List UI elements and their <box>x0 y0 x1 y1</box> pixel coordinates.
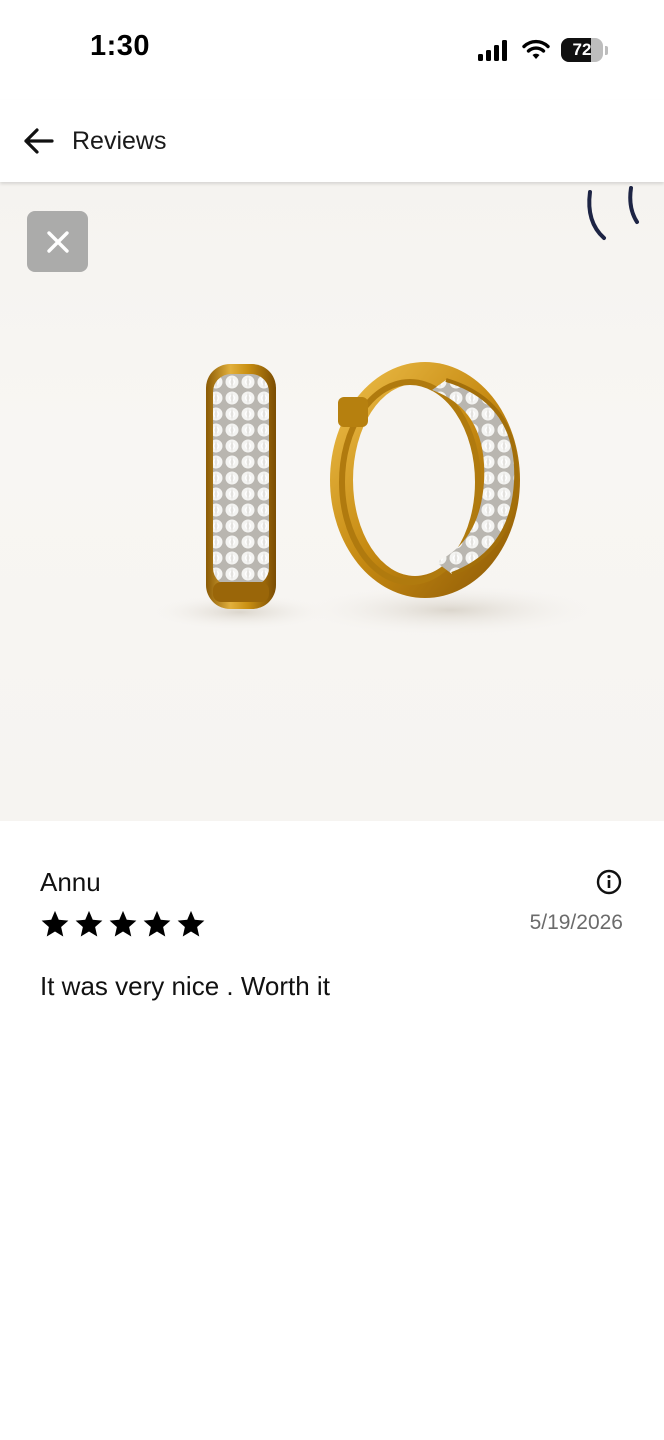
status-bar: 1:30 72 <box>0 0 664 100</box>
reviewer-name: Annu <box>40 867 101 897</box>
signal-icon <box>478 40 507 61</box>
battery-icon: 72 <box>561 38 603 62</box>
close-button[interactable] <box>27 211 88 272</box>
review-photo <box>0 182 664 821</box>
info-button[interactable] <box>596 869 622 895</box>
wifi-icon <box>522 39 550 59</box>
battery-level: 72 <box>572 40 592 59</box>
review-text: It was very nice . Worth it <box>40 971 330 1001</box>
star-icon <box>177 910 205 937</box>
battery-cap <box>605 45 608 55</box>
status-icons: 72 <box>477 36 608 64</box>
review-date: 5/19/2026 <box>529 911 623 934</box>
arrow-left-icon <box>24 128 54 154</box>
app-header: Reviews <box>0 100 664 182</box>
earrings-image <box>150 186 639 636</box>
back-button[interactable] <box>18 121 58 161</box>
status-time: 1:30 <box>90 30 151 62</box>
page-title: Reviews <box>72 126 167 155</box>
star-icon <box>41 910 69 937</box>
star-icon <box>109 910 137 937</box>
star-icon <box>143 910 171 937</box>
close-icon <box>46 230 69 253</box>
star-icon <box>75 910 103 937</box>
review-card: Annu 5/19/2026 It was very nice . Worth … <box>0 821 664 1440</box>
star-rating <box>40 909 206 939</box>
info-icon <box>596 869 622 895</box>
